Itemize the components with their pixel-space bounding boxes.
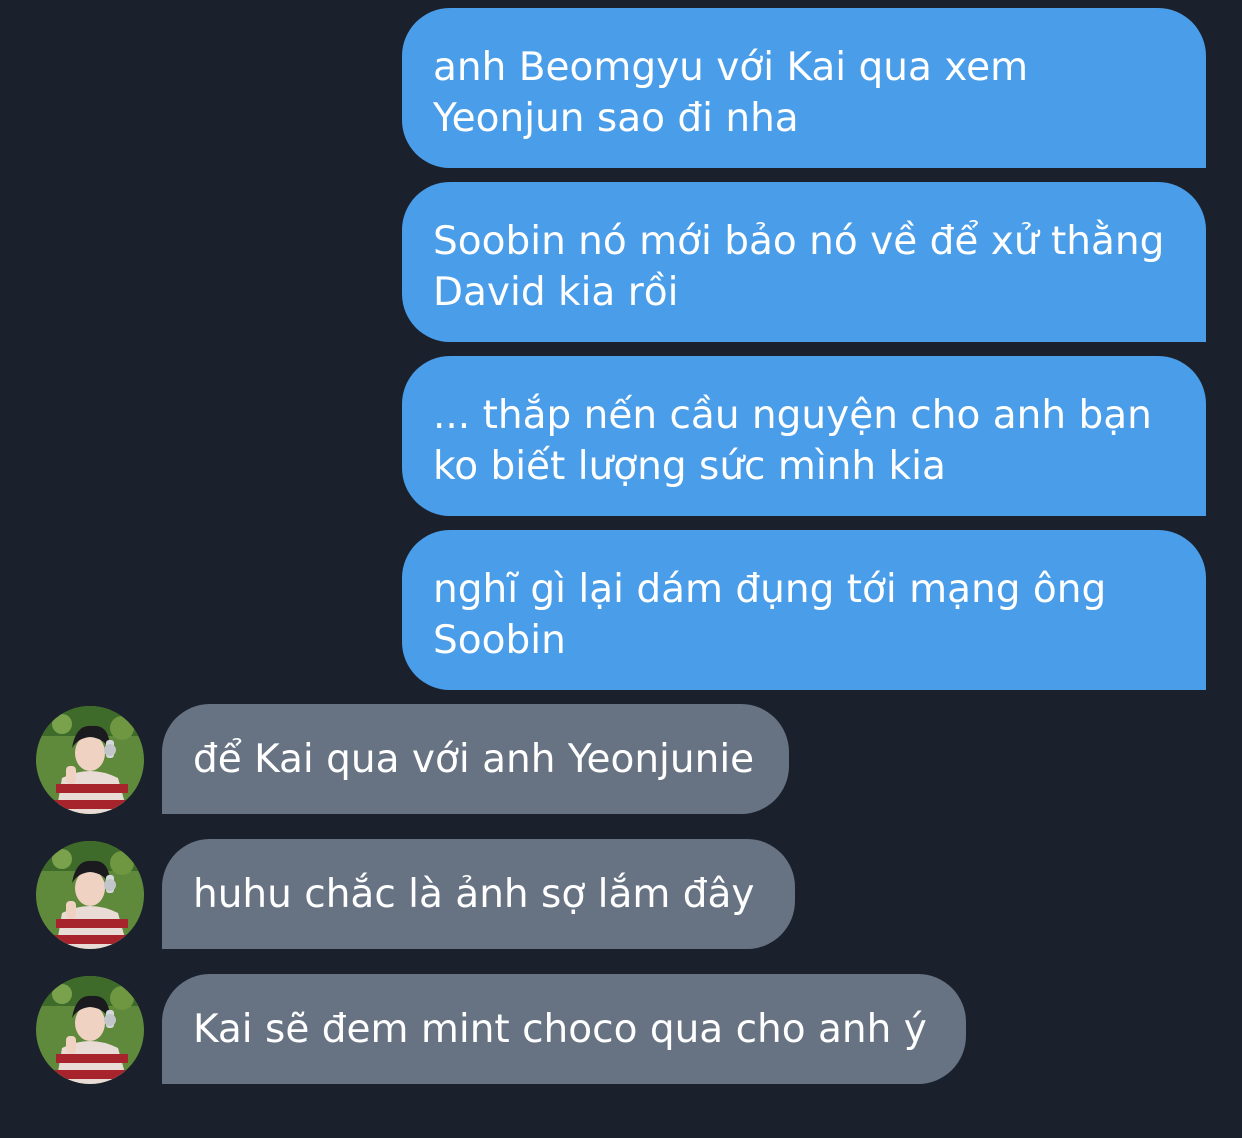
message-text: huhu chắc là ảnh sợ lắm đây xyxy=(193,872,755,917)
profile-avatar[interactable] xyxy=(36,976,144,1084)
profile-avatar[interactable] xyxy=(36,706,144,814)
message-text-line: nghĩ gì lại dám đụng tới mạng ông xyxy=(433,567,1107,612)
outgoing-message[interactable]: anh Beomgyu với Kai qua xem Yeonjun sao … xyxy=(402,8,1206,168)
outgoing-message[interactable]: nghĩ gì lại dám đụng tới mạng ông Soobin xyxy=(402,530,1206,690)
message-text-line: ... thắp nến cầu nguyện cho anh bạn xyxy=(433,393,1152,438)
message-text: để Kai qua với anh Yeonjunie xyxy=(193,737,755,782)
message-text-line: Yeonjun sao đi nha xyxy=(433,96,799,141)
message-text-line: anh Beomgyu với Kai qua xem xyxy=(433,45,1029,90)
incoming-message[interactable]: huhu chắc là ảnh sợ lắm đây xyxy=(162,839,795,949)
profile-photo-icon xyxy=(36,841,144,949)
message-text-line: Soobin xyxy=(433,618,566,663)
message-text-line: David kia rồi xyxy=(433,270,679,315)
profile-avatar[interactable] xyxy=(36,841,144,949)
message-text-line: ko biết lượng sức mình kia xyxy=(433,444,946,489)
incoming-message[interactable]: Kai sẽ đem mint choco qua cho anh ý xyxy=(162,974,966,1084)
outgoing-message[interactable]: Soobin nó mới bảo nó về để xử thằng Davi… xyxy=(402,182,1206,342)
message-text-line: Soobin nó mới bảo nó về để xử thằng xyxy=(433,219,1165,264)
incoming-message[interactable]: để Kai qua với anh Yeonjunie xyxy=(162,704,789,814)
outgoing-message[interactable]: ... thắp nến cầu nguyện cho anh bạn ko b… xyxy=(402,356,1206,516)
profile-photo-icon xyxy=(36,706,144,814)
message-text: Kai sẽ đem mint choco qua cho anh ý xyxy=(193,1007,927,1052)
profile-photo-icon xyxy=(36,976,144,1084)
